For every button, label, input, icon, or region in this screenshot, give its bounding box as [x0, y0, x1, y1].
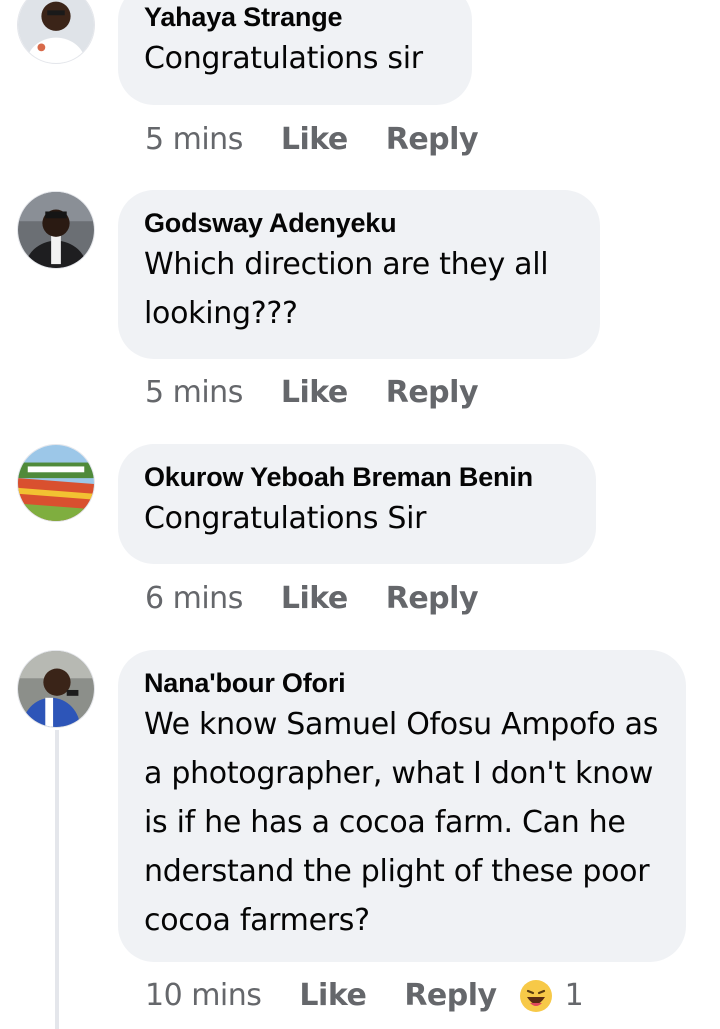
comment-text: We know Samuel Ofosu Ampofo as a photogr… — [144, 707, 659, 938]
laughing-emoji-icon[interactable] — [519, 979, 553, 1013]
comment-timestamp[interactable]: 5 mins — [145, 375, 243, 410]
comment-author[interactable]: Yahaya Strange — [144, 0, 446, 34]
comment-timestamp[interactable]: 5 mins — [145, 122, 243, 157]
comment-text: Congratulations Sir — [144, 501, 427, 536]
user-avatar-icon — [18, 0, 94, 63]
reply-button[interactable]: Reply — [386, 581, 479, 616]
comment-bubble: Okurow Yeboah Breman Benin Congratulatio… — [118, 444, 596, 564]
comment-author[interactable]: Okurow Yeboah Breman Benin — [144, 460, 570, 494]
comment-bubble: Nana'bour Ofori We know Samuel Ofosu Amp… — [118, 650, 686, 962]
avatar[interactable] — [17, 0, 95, 64]
reply-button[interactable]: Reply — [386, 122, 479, 157]
comment-actions: 10 mins Like Reply 1 — [145, 978, 584, 1013]
comment-actions: 6 mins Like Reply — [145, 581, 516, 616]
comment-actions: 5 mins Like Reply — [145, 122, 516, 157]
like-button[interactable]: Like — [281, 581, 348, 616]
user-avatar-icon — [18, 651, 94, 727]
comment-actions: 5 mins Like Reply — [145, 375, 516, 410]
comment-timestamp[interactable]: 10 mins — [145, 978, 262, 1013]
reply-button[interactable]: Reply — [386, 375, 479, 410]
avatar[interactable] — [17, 444, 95, 522]
comment-author[interactable]: Godsway Adenyeku — [144, 206, 574, 240]
comment-bubble: Godsway Adenyeku Which direction are the… — [118, 190, 600, 359]
like-button[interactable]: Like — [281, 122, 348, 157]
like-button[interactable]: Like — [281, 375, 348, 410]
avatar[interactable] — [17, 191, 95, 269]
comment-bubble: Yahaya Strange Congratulations sir — [118, 0, 472, 105]
reply-thread-line — [55, 730, 59, 1029]
comment-text: Which direction are they all looking??? — [144, 247, 549, 331]
comment-text: Congratulations sir — [144, 41, 423, 76]
like-button[interactable]: Like — [299, 978, 366, 1013]
reaction-count[interactable]: 1 — [565, 978, 584, 1013]
avatar[interactable] — [17, 650, 95, 728]
comment-author[interactable]: Nana'bour Ofori — [144, 666, 660, 700]
user-avatar-icon — [18, 192, 94, 268]
reply-button[interactable]: Reply — [404, 978, 497, 1013]
stadium-avatar-icon — [18, 445, 94, 521]
comment-timestamp[interactable]: 6 mins — [145, 581, 243, 616]
